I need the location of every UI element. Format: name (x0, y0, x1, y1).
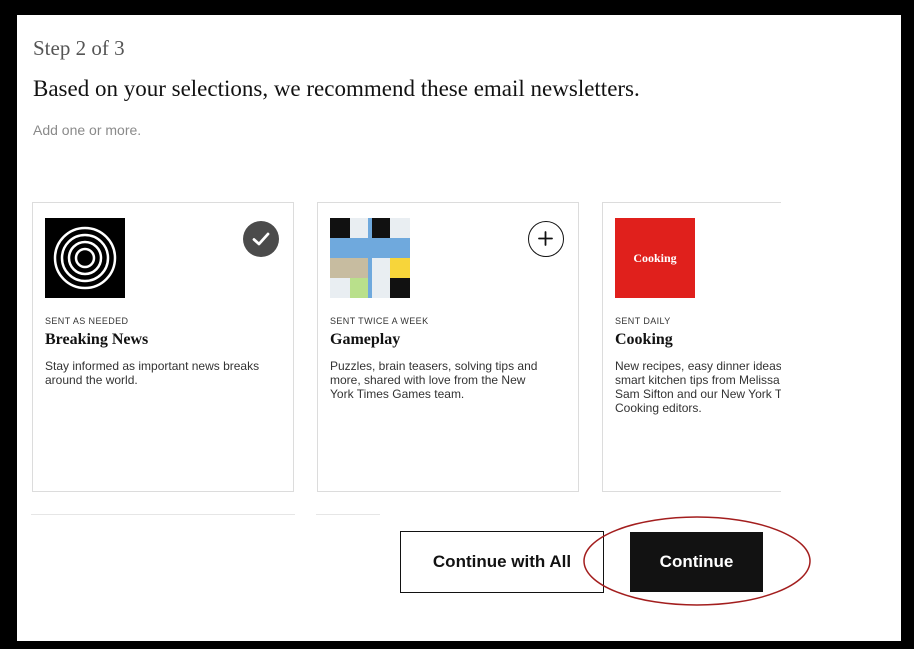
helper-text: Add one or more. (33, 122, 142, 138)
selected-check-icon[interactable] (243, 221, 279, 257)
signup-panel: Step 2 of 3 Based on your selections, we… (17, 15, 901, 641)
newsletter-frequency: SENT TWICE A WEEK (330, 316, 429, 326)
cooking-logo-icon: Cooking (615, 218, 695, 298)
cooking-logo-text: Cooking (633, 250, 677, 265)
newsletter-carousel: SENT AS NEEDED Breaking News Stay inform… (31, 200, 781, 515)
newsletter-card-gameplay[interactable]: SENT TWICE A WEEK Gameplay Puzzles, brai… (317, 202, 579, 492)
breaking-news-logo-icon (45, 218, 125, 298)
newsletter-title: Breaking News (45, 331, 149, 348)
add-plus-icon[interactable] (528, 221, 564, 257)
newsletter-frequency: SENT DAILY (615, 316, 671, 326)
newsletter-frequency: SENT AS NEEDED (45, 316, 129, 326)
newsletter-description: Puzzles, brain teasers, solving tips and… (330, 359, 538, 401)
newsletter-description: Stay informed as important news breaks a… (45, 359, 260, 387)
step-indicator: Step 2 of 3 (33, 36, 125, 60)
newsletter-title: Gameplay (330, 331, 401, 348)
continue-button[interactable]: Continue (630, 532, 763, 592)
gameplay-logo-icon (330, 218, 410, 298)
next-row-card-edge (31, 514, 295, 515)
newsletter-card-breaking-news[interactable]: SENT AS NEEDED Breaking News Stay inform… (32, 202, 294, 492)
next-row-card-edge (316, 514, 380, 515)
newsletter-title: Cooking (615, 331, 673, 348)
newsletter-description: New recipes, easy dinner ideas and smart… (615, 359, 781, 415)
newsletter-card-cooking[interactable]: Cooking SENT DAILY Cooking New recipes, … (602, 202, 781, 492)
page-headline: Based on your selections, we recommend t… (33, 76, 640, 101)
continue-with-all-button[interactable]: Continue with All (400, 531, 604, 593)
